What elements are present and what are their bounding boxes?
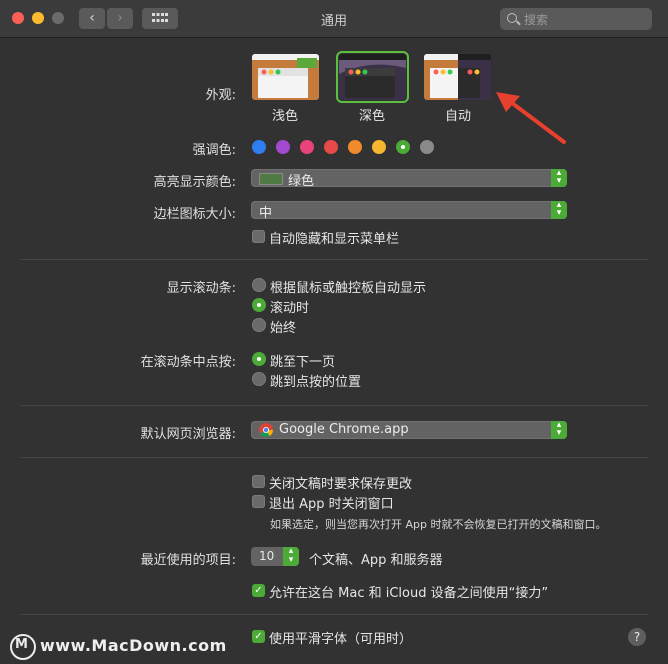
highlight-color-popup[interactable]: 绿色 ▴ ▾ <box>251 169 567 189</box>
checkmark-icon: ✓ <box>254 585 263 596</box>
ask-save-label: 关闭文稿时要求保存更改 <box>269 477 413 492</box>
accent-color-label: 强调色: <box>192 143 236 158</box>
section-divider <box>20 405 648 406</box>
close-windows-label: 退出 App 时关闭窗口 <box>269 497 394 512</box>
default-browser-label: 默认网页浏览器: <box>140 427 236 442</box>
watermark-logo-letter: M <box>15 637 28 652</box>
auto-mode-preview-icon <box>424 54 491 100</box>
scrollbars-scrolling-label: 滚动时 <box>270 301 310 316</box>
recent-items-value: 10 <box>259 549 275 563</box>
handoff-label: 允许在这台 Mac 和 iCloud 设备之间使用“接力” <box>269 586 549 601</box>
recent-items-suffix: 个文稿、App 和服务器 <box>309 553 443 568</box>
recent-items-popup[interactable]: 10 ▴ ▾ <box>251 547 299 566</box>
font-smoothing-label: 使用平滑字体（可用时） <box>269 632 413 647</box>
sidebar-icon-size-label: 边栏图标大小: <box>153 207 236 222</box>
handoff-checkbox[interactable]: ✓ <box>252 584 265 597</box>
dark-mode-preview-icon <box>339 54 406 100</box>
popup-arrows-icon: ▴ ▾ <box>283 547 299 566</box>
sidebar-icon-size-popup[interactable]: 中 ▴ ▾ <box>251 201 567 221</box>
default-browser-popup[interactable]: Google Chrome.app ▴ ▾ <box>251 421 567 439</box>
help-button[interactable]: ? <box>628 628 646 646</box>
scrollbars-scrolling-radio[interactable] <box>252 298 266 312</box>
watermark-text: www.MacDown.com <box>40 636 227 655</box>
chrome-icon <box>259 423 273 437</box>
accent-color-swatch[interactable] <box>324 140 338 154</box>
appearance-auto-label: 自动 <box>445 109 472 124</box>
jump-next-page-label: 跳至下一页 <box>270 355 336 370</box>
ask-save-checkbox[interactable] <box>252 475 265 488</box>
scrollbars-auto-radio[interactable] <box>252 278 266 292</box>
accent-color-swatch[interactable] <box>252 140 266 154</box>
accent-color-swatch[interactable] <box>396 140 410 154</box>
popup-arrows-icon: ▴ ▾ <box>551 169 567 187</box>
checkmark-icon: ✓ <box>254 631 263 642</box>
close-windows-checkbox[interactable] <box>252 495 265 508</box>
default-browser-value: Google Chrome.app <box>279 422 409 437</box>
section-divider <box>20 457 648 458</box>
jump-next-page-radio[interactable] <box>252 352 266 366</box>
search-placeholder: 搜索 <box>524 13 549 27</box>
highlight-color-value: 绿色 <box>288 174 315 189</box>
annotation-arrow-icon <box>496 92 566 144</box>
accent-color-swatch[interactable] <box>348 140 362 154</box>
auto-hide-menubar-label: 自动隐藏和显示菜单栏 <box>269 232 400 247</box>
appearance-auto-thumbnail[interactable] <box>424 54 491 100</box>
scrollbars-always-label: 始终 <box>270 321 297 336</box>
section-divider <box>20 259 648 260</box>
accent-color-swatch[interactable] <box>372 140 386 154</box>
recent-items-label: 最近使用的项目: <box>140 553 236 568</box>
search-field[interactable]: 搜索 <box>500 8 652 30</box>
section-divider <box>20 614 648 615</box>
search-icon <box>507 13 517 23</box>
click-scrollbar-label: 在滚动条中点按: <box>140 355 236 370</box>
accent-color-swatch[interactable] <box>300 140 314 154</box>
appearance-dark-thumbnail[interactable] <box>336 51 409 103</box>
popup-arrows-icon: ▴ ▾ <box>551 421 567 439</box>
auto-hide-menubar-checkbox[interactable] <box>252 230 265 243</box>
highlight-swatch <box>259 173 283 185</box>
popup-arrows-icon: ▴ ▾ <box>551 201 567 219</box>
close-windows-note: 如果选定，则当您再次打开 App 时就不会恢复已打开的文稿和窗口。 <box>270 518 607 531</box>
show-scrollbars-label: 显示滚动条: <box>166 281 236 296</box>
appearance-light-label: 浅色 <box>272 109 299 124</box>
font-smoothing-checkbox[interactable]: ✓ <box>252 630 265 643</box>
selected-dot-icon <box>401 145 405 149</box>
watermark-logo: M <box>10 634 36 660</box>
sidebar-icon-size-value: 中 <box>259 206 273 221</box>
scrollbars-auto-label: 根据鼠标或触控板自动显示 <box>270 281 427 296</box>
jump-to-spot-radio[interactable] <box>252 372 266 386</box>
accent-color-swatch[interactable] <box>276 140 290 154</box>
light-mode-preview-icon <box>252 54 319 100</box>
appearance-dark-label: 深色 <box>359 109 386 124</box>
appearance-label: 外观: <box>205 88 236 103</box>
preferences-window: ‹ › 通用 搜索 外观: 浅色 深色 自动 强调色: 高亮显示颜色: 绿色 ▴… <box>0 0 668 664</box>
scrollbars-always-radio[interactable] <box>252 318 266 332</box>
appearance-light-thumbnail[interactable] <box>252 54 319 100</box>
highlight-color-label: 高亮显示颜色: <box>153 175 236 190</box>
jump-to-spot-label: 跳到点按的位置 <box>270 375 362 390</box>
title-bar: ‹ › 通用 搜索 <box>0 0 668 38</box>
accent-color-swatch[interactable] <box>420 140 434 154</box>
